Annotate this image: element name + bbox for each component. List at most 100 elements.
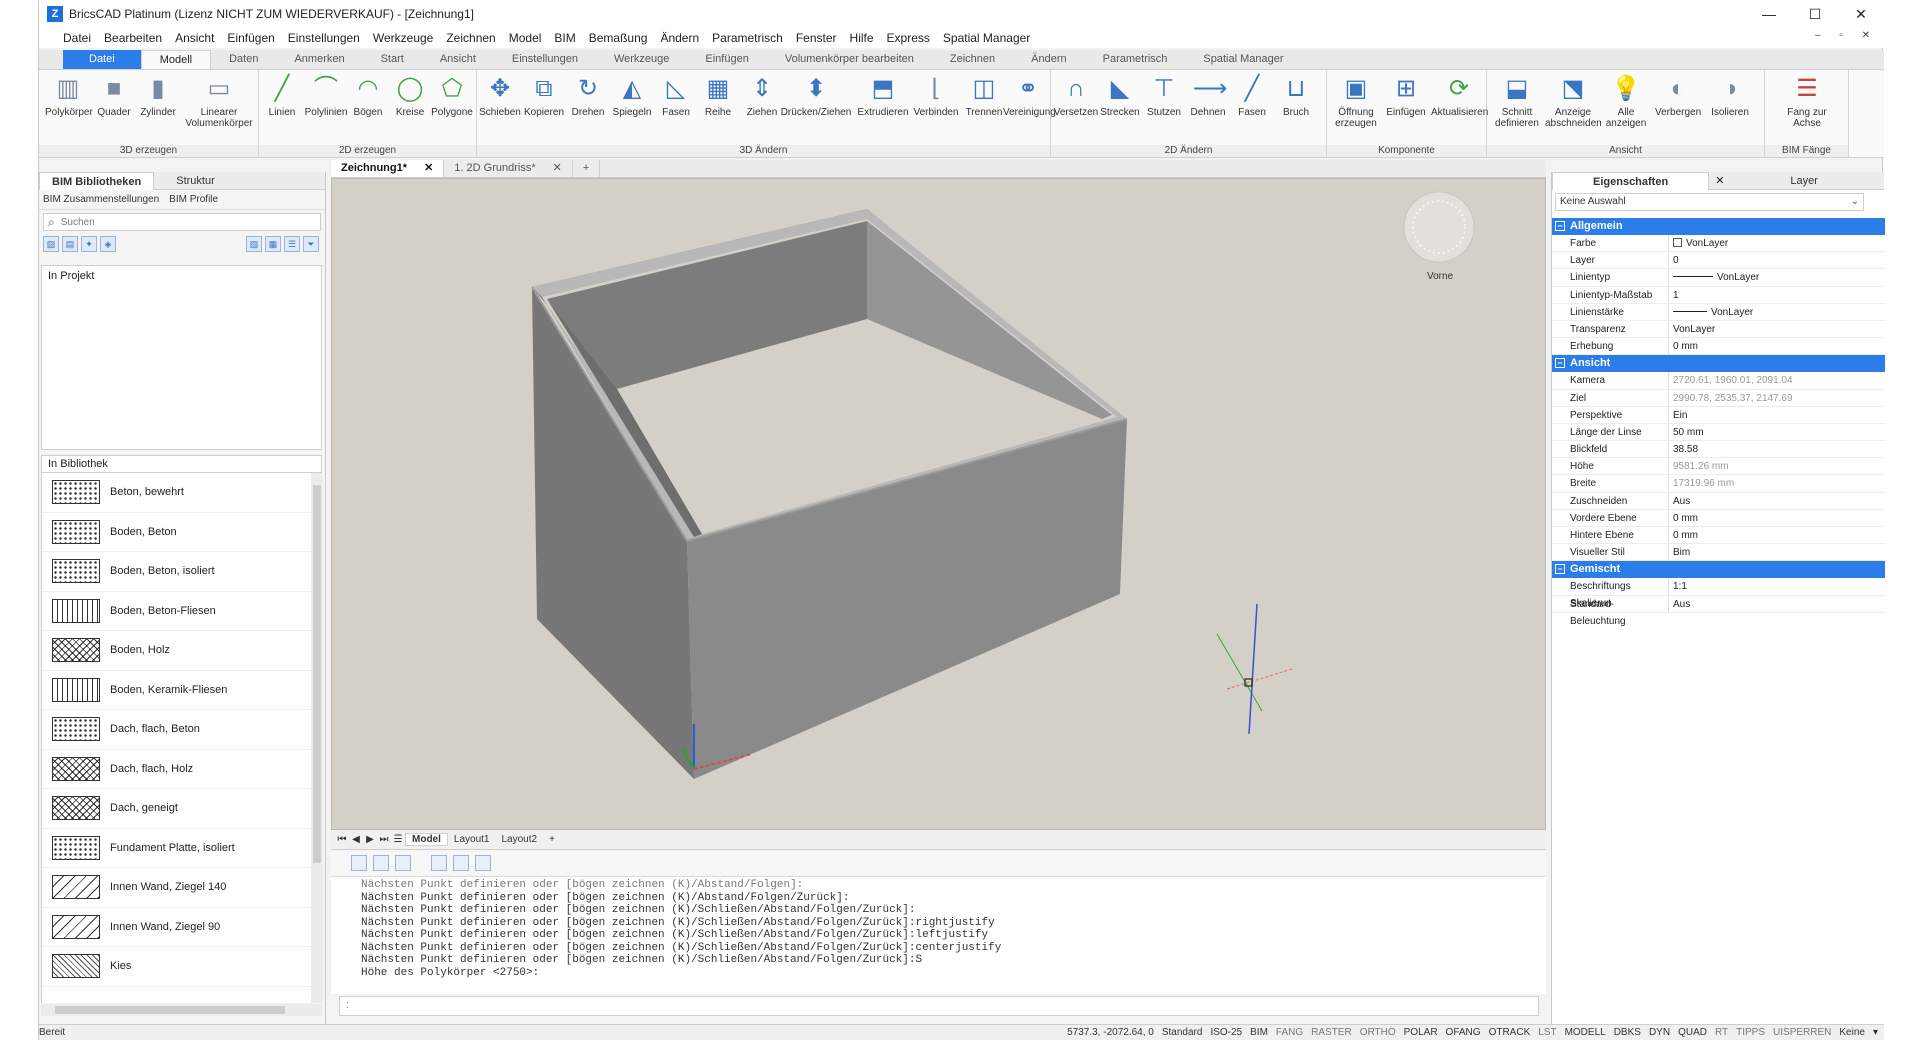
- scroll-thumb[interactable]: [313, 485, 321, 863]
- menu-spatial-manager[interactable]: Spatial Manager: [943, 31, 1030, 45]
- property-row[interactable]: Layer 0: [1552, 252, 1885, 270]
- menu-einfuegen[interactable]: Einfügen: [227, 31, 274, 45]
- toggle-lst[interactable]: LST: [1538, 1025, 1556, 1040]
- property-row[interactable]: Beschriftungs Skalierun 1:1: [1552, 578, 1885, 609]
- list-item[interactable]: Boden, Beton-Fliesen: [42, 592, 311, 631]
- ribbon-tab-einstellungen[interactable]: Einstellungen: [494, 50, 596, 69]
- collapse-icon[interactable]: −: [1555, 221, 1565, 231]
- list-item[interactable]: Dach, flach, Beton: [42, 710, 311, 750]
- mdi-controls[interactable]: – ▫ ✕: [1815, 30, 1878, 41]
- property-row[interactable]: Höhe 9581.26 mm: [1552, 458, 1885, 476]
- menu-hilfe[interactable]: Hilfe: [850, 31, 874, 45]
- property-row[interactable]: Transparenz VonLayer: [1552, 320, 1885, 339]
- list-item[interactable]: Fundament Platte, isoliert: [42, 829, 311, 868]
- add-layout-button[interactable]: +: [543, 834, 561, 845]
- menu-bim[interactable]: BIM: [554, 31, 575, 45]
- layout-tab-layout2[interactable]: Layout2: [495, 834, 543, 845]
- library-vertical-scrollbar[interactable]: [311, 473, 323, 1003]
- schieben-button[interactable]: ✥ Schieben: [477, 74, 523, 118]
- ribbon-tab-aendern[interactable]: Ändern: [1013, 50, 1084, 69]
- section-ansicht[interactable]: − Ansicht: [1552, 355, 1885, 373]
- menu-parametrisch[interactable]: Parametrisch: [712, 31, 783, 45]
- alle-anzeigen-button[interactable]: 💡 Alle anzeigen: [1603, 74, 1649, 129]
- next-layout-icon[interactable]: ▶: [363, 834, 377, 845]
- ribbon-tab-datei[interactable]: Datei: [63, 50, 141, 69]
- menu-aendern[interactable]: Ändern: [660, 31, 699, 45]
- property-row[interactable]: Blickfeld 38.58: [1552, 441, 1885, 459]
- polykoerper-button[interactable]: ▥ Polykörper: [45, 74, 93, 118]
- fasen-2d-button[interactable]: ╱ Fasen: [1229, 74, 1275, 118]
- collapse-icon[interactable]: −: [1555, 358, 1565, 369]
- menu-datei[interactable]: Datei: [63, 31, 91, 45]
- boegen-button[interactable]: ◠ Bögen: [345, 74, 391, 118]
- reihe-button[interactable]: ▦ Reihe: [695, 74, 741, 118]
- collapse-icon[interactable]: −: [1555, 564, 1565, 575]
- prev-layout-icon[interactable]: ◀: [349, 834, 363, 845]
- close-icon[interactable]: ✕: [1715, 174, 1724, 187]
- ribbon-tab-start[interactable]: Start: [363, 50, 422, 69]
- save-icon[interactable]: [395, 855, 411, 871]
- menu-express[interactable]: Express: [887, 31, 930, 45]
- strecken-button[interactable]: ◣ Strecken: [1097, 74, 1143, 118]
- verbinden-button[interactable]: ⌊ Verbinden: [911, 74, 961, 118]
- close-icon[interactable]: ✕: [553, 162, 562, 174]
- zylinder-button[interactable]: ▮ Zylinder: [135, 74, 181, 118]
- polylinien-button[interactable]: ⌒ Polylinien: [303, 74, 349, 118]
- property-row[interactable]: Farbe VonLayer: [1552, 235, 1885, 253]
- linearer-volumenkoerper-button[interactable]: ▭ Linearer Volumenkörper: [185, 74, 253, 129]
- open-icon[interactable]: [373, 855, 389, 871]
- close-button[interactable]: ✕: [1838, 0, 1884, 28]
- status-bim[interactable]: BIM: [1250, 1025, 1268, 1040]
- trennen-button[interactable]: ◫ Trennen: [961, 74, 1007, 118]
- status-iso25[interactable]: ISO-25: [1210, 1025, 1242, 1040]
- vereinigung-button[interactable]: ⚭ Vereinigung: [1003, 74, 1056, 118]
- property-row[interactable]: Linienstärke VonLayer: [1552, 303, 1885, 321]
- ribbon-tab-zeichnen[interactable]: Zeichnen: [932, 50, 1013, 69]
- list-item[interactable]: Dach, geneigt: [42, 789, 311, 829]
- doc-tab-zeichnung1[interactable]: Zeichnung1* ✕: [331, 160, 445, 177]
- list-item[interactable]: Dach, flach, Holz: [42, 750, 311, 789]
- last-layout-icon[interactable]: ⏭: [377, 834, 391, 845]
- list-item[interactable]: Innen Wand, Ziegel 140: [42, 868, 311, 908]
- toggle-ortho[interactable]: ORTHO: [1360, 1025, 1396, 1040]
- property-row[interactable]: Visueller Stil Bim: [1552, 544, 1885, 562]
- list-item[interactable]: Innen Wand, Ziegel 90: [42, 908, 311, 947]
- property-row[interactable]: Standard-Beleuchtung Aus: [1552, 595, 1885, 627]
- linien-button[interactable]: ╱ Linien: [259, 74, 305, 118]
- layout-tab-layout1[interactable]: Layout1: [448, 834, 496, 845]
- layout-tab-model[interactable]: Model: [405, 833, 448, 846]
- menu-werkzeuge[interactable]: Werkzeuge: [373, 31, 433, 45]
- selection-dropdown[interactable]: Keine Auswahl ⌄: [1555, 193, 1864, 211]
- property-row[interactable]: Vordere Ebene 0 mm: [1552, 509, 1885, 527]
- ribbon-tab-anmerken[interactable]: Anmerken: [276, 50, 362, 69]
- filter-profiles-icon[interactable]: ◈: [100, 236, 116, 252]
- status-standard[interactable]: Standard: [1162, 1025, 1203, 1040]
- property-row[interactable]: Zuschneiden Aus: [1552, 492, 1885, 510]
- status-keine[interactable]: Keine: [1839, 1025, 1865, 1040]
- property-row[interactable]: Länge der Linse 50 mm: [1552, 423, 1885, 442]
- verbergen-button[interactable]: ◐ Verbergen: [1655, 74, 1701, 118]
- toggle-modell[interactable]: MODELL: [1565, 1025, 1606, 1040]
- toggle-fang[interactable]: FANG: [1276, 1025, 1303, 1040]
- list-item[interactable]: Boden, Beton, isoliert: [42, 552, 311, 592]
- menu-ansicht[interactable]: Ansicht: [175, 31, 214, 45]
- tab-bim-bibliotheken[interactable]: BIM Bibliotheken: [39, 171, 155, 190]
- filter-walls-icon[interactable]: ▧: [43, 236, 59, 252]
- property-row[interactable]: Kamera 2720.61, 1960.01, 2091.04: [1552, 372, 1885, 390]
- minimize-button[interactable]: —: [1746, 0, 1792, 28]
- list-item[interactable]: Beton, bewehrt: [42, 473, 311, 513]
- ribbon-tab-spatial-manager[interactable]: Spatial Manager: [1185, 50, 1301, 69]
- navcube-label[interactable]: Vorne: [1427, 271, 1454, 282]
- close-icon[interactable]: ✕: [424, 162, 433, 174]
- doc-tab-2d-grundriss[interactable]: 1. 2D Grundriss* ✕: [444, 160, 573, 177]
- fang-zur-achse-button[interactable]: ☰ Fang zur Achse: [1779, 74, 1835, 129]
- spiegeln-button[interactable]: ◭ Spiegeln: [609, 74, 655, 118]
- aktualisieren-button[interactable]: ⟳ Aktualisieren: [1431, 74, 1488, 118]
- druecken-ziehen-button[interactable]: ⬍ Drücken/Ziehen: [779, 74, 853, 118]
- section-allgemein[interactable]: − Allgemein: [1552, 218, 1885, 235]
- ribbon-tab-modell[interactable]: Modell: [140, 50, 212, 69]
- drehen-button[interactable]: ↻ Drehen: [565, 74, 611, 118]
- select-icon[interactable]: [475, 855, 491, 871]
- property-row[interactable]: Ziel 2990.78, 2535.37, 2147.69: [1552, 389, 1885, 407]
- section-gemischt[interactable]: − Gemischt: [1552, 561, 1885, 579]
